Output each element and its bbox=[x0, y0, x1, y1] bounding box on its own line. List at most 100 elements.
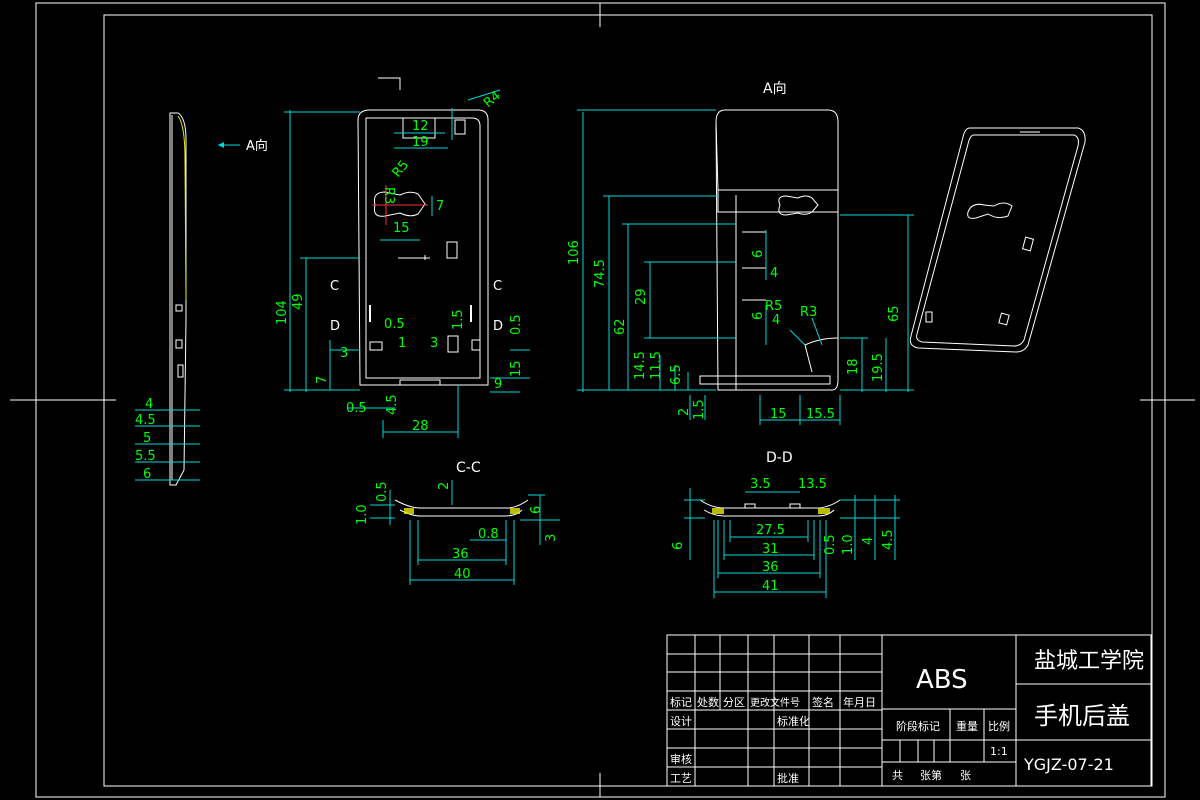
sheet-total: 共 bbox=[892, 769, 903, 782]
header-genggai: 更改文件号 bbox=[750, 696, 800, 709]
rear-dim-14-5: 14.5 bbox=[633, 351, 648, 380]
dd-dim-0-5: 0.5 bbox=[823, 534, 838, 555]
dd-dim-3-5: 3.5 bbox=[750, 477, 771, 492]
front-dim-15-right: 15 bbox=[509, 360, 524, 377]
rear-dim-1-5: 1.5 bbox=[692, 399, 707, 420]
dd-dim-31: 31 bbox=[762, 542, 779, 557]
side-dim-5: 5 bbox=[143, 431, 151, 446]
front-view: 12 19 R4 R3 R5 7 15 104 49 0.5 1 1.5 0.5… bbox=[275, 77, 530, 438]
rear-dim-74-5: 74.5 bbox=[593, 259, 608, 288]
front-dim-R5: R5 bbox=[390, 158, 413, 181]
front-dim-1-5: 1.5 bbox=[451, 309, 466, 330]
school-name: 盐城工学院 bbox=[1034, 649, 1144, 674]
dd-dim-36: 36 bbox=[762, 560, 779, 575]
label-standardize: 标准化 bbox=[777, 714, 810, 728]
front-dim-R3: R3 bbox=[381, 187, 396, 204]
front-dim-9: 9 bbox=[494, 377, 502, 392]
front-dim-28: 28 bbox=[412, 419, 429, 434]
cc-dim-3: 3 bbox=[544, 534, 559, 542]
section-mark-c-left: C bbox=[330, 279, 339, 294]
cc-dim-6: 6 bbox=[529, 506, 544, 514]
dd-dim-6: 6 bbox=[671, 542, 686, 550]
dd-dim-41: 41 bbox=[762, 579, 779, 594]
side-dim-5-5: 5.5 bbox=[135, 449, 156, 464]
rear-dim-15: 15 bbox=[770, 407, 787, 422]
front-dim-3-left: 3 bbox=[340, 346, 348, 361]
section-mark-c-right: C bbox=[493, 279, 502, 294]
rear-dim-106: 106 bbox=[567, 240, 582, 265]
sheet-unit: 张 bbox=[960, 769, 971, 782]
front-dim-15: 15 bbox=[393, 221, 410, 236]
section-mark-d-right: D bbox=[493, 319, 503, 334]
front-dim-4-5: 4.5 bbox=[385, 394, 400, 415]
header-nianyueri: 年月日 bbox=[843, 695, 876, 709]
header-qianming: 签名 bbox=[812, 695, 834, 709]
front-dim-R4: R4 bbox=[481, 88, 504, 111]
cc-dim-0-5: 0.5 bbox=[375, 481, 390, 502]
rear-dim-6-top: 6 bbox=[751, 250, 766, 258]
rear-dim-29: 29 bbox=[634, 288, 649, 305]
front-dim-12: 12 bbox=[412, 119, 429, 134]
header-biaoji: 标记 bbox=[670, 695, 692, 709]
side-view-direction-label: A向 bbox=[246, 138, 268, 154]
title-block: 标记 处数 分区 更改文件号 签名 年月日 设计 标准化 审核 工艺 批准 AB… bbox=[666, 634, 1152, 787]
isometric-view bbox=[909, 127, 1086, 353]
dd-dim-27-5: 27.5 bbox=[756, 523, 785, 538]
front-dim-19: 19 bbox=[412, 135, 429, 150]
dd-dim-4: 4 bbox=[861, 537, 876, 545]
sheet-of: 张第 bbox=[920, 768, 942, 782]
header-chushu: 处数 bbox=[697, 696, 719, 709]
dd-dim-1-0: 1.0 bbox=[841, 534, 856, 555]
side-dim-4-5: 4.5 bbox=[135, 413, 156, 428]
rear-dim-62: 62 bbox=[613, 318, 628, 335]
material-value: ABS bbox=[916, 665, 968, 695]
rear-dim-19-5: 19.5 bbox=[871, 353, 886, 382]
rear-dim-R3: R3 bbox=[800, 305, 817, 320]
rear-dim-4-top: 4 bbox=[770, 266, 778, 281]
part-name: 手机后盖 bbox=[1034, 702, 1130, 730]
label-design: 设计 bbox=[670, 715, 692, 728]
label-process: 工艺 bbox=[670, 772, 692, 785]
front-dim-0-5-bottom: 0.5 bbox=[346, 401, 367, 416]
front-dim-3-mid: 3 bbox=[430, 336, 438, 351]
rear-view-title: A向 bbox=[763, 81, 787, 97]
label-review: 审核 bbox=[670, 752, 692, 766]
section-dd-title: D-D bbox=[766, 450, 793, 466]
rear-dim-6-5: 6.5 bbox=[669, 364, 684, 385]
section-dd: D-D 3.5 13.5 27.5 31 36 41 6 0.5 1.0 4 4… bbox=[671, 450, 900, 598]
rear-dim-65: 65 bbox=[887, 305, 902, 322]
label-scale: 比例 bbox=[988, 719, 1010, 733]
side-dim-4: 4 bbox=[145, 397, 153, 412]
front-dim-0-5: 0.5 bbox=[384, 317, 405, 332]
rear-dim-11-5: 11.5 bbox=[649, 351, 664, 380]
front-dim-0-5-right: 0.5 bbox=[509, 314, 524, 335]
side-dim-6: 6 bbox=[143, 467, 151, 482]
side-view: A向 4 4.5 5 5.5 6 bbox=[135, 112, 268, 486]
front-dim-1: 1 bbox=[398, 336, 406, 351]
rear-dim-18: 18 bbox=[846, 358, 861, 375]
dd-dim-13-5: 13.5 bbox=[798, 477, 827, 492]
section-mark-d-left: D bbox=[330, 319, 340, 334]
sheet-frame bbox=[10, 2, 1195, 798]
rear-dim-4-mid: 4 bbox=[772, 313, 780, 328]
section-cc: C-C 0.5 2 1.0 6 3 0.8 36 40 bbox=[355, 460, 560, 585]
label-approve: 批准 bbox=[777, 771, 799, 785]
rear-dim-2: 2 bbox=[677, 408, 692, 416]
dd-dim-4-5: 4.5 bbox=[881, 529, 896, 550]
cc-dim-1-0: 1.0 bbox=[355, 504, 370, 525]
cc-dim-40: 40 bbox=[454, 567, 471, 582]
cc-dim-2: 2 bbox=[437, 482, 452, 490]
header-fenqu: 分区 bbox=[723, 696, 745, 709]
front-dim-7: 7 bbox=[436, 199, 444, 214]
cc-dim-36: 36 bbox=[452, 547, 469, 562]
front-dim-49: 49 bbox=[291, 293, 306, 310]
label-weight: 重量 bbox=[956, 719, 978, 733]
rear-dim-R5: R5 bbox=[765, 299, 782, 314]
cad-drawing: A向 4 4.5 5 5.5 6 12 19 R4 R3 R5 7 15 104… bbox=[10, 2, 1195, 798]
label-stage: 阶段标记 bbox=[896, 719, 940, 733]
rear-view: A向 106 74.5 62 29 6 4 6 4 R5 R3 65 14.5 … bbox=[567, 81, 914, 425]
drawing-number: YGJZ-07-21 bbox=[1023, 755, 1114, 774]
scale-value: 1:1 bbox=[990, 745, 1008, 758]
front-dim-7-left: 7 bbox=[315, 376, 330, 384]
rear-dim-15-5: 15.5 bbox=[806, 407, 835, 422]
